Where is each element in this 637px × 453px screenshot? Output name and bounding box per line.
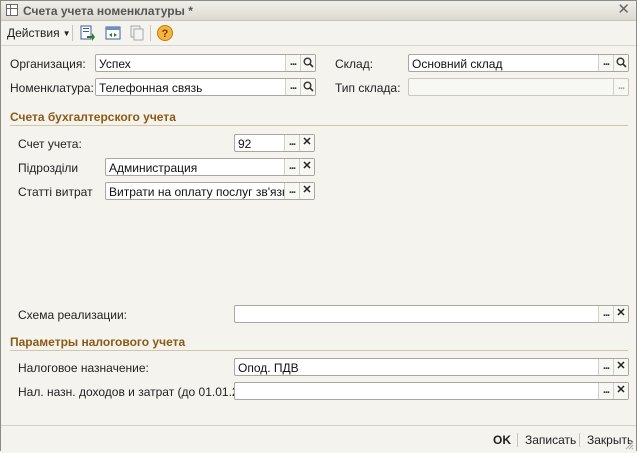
warehouse-label: Склад: xyxy=(335,57,374,71)
toolbar: Действия ▼ ? xyxy=(1,21,636,46)
tax-purpose-label: Налоговое назначение: xyxy=(18,361,149,375)
tax-section-title: Параметры налогового учета xyxy=(10,335,186,349)
warehouse-field[interactable]: Основний склад ... xyxy=(408,54,629,72)
clear-icon[interactable]: ✕ xyxy=(613,306,628,322)
save-and-close-icon[interactable] xyxy=(78,24,96,42)
select-button[interactable]: ... xyxy=(598,359,613,375)
section-divider xyxy=(10,125,628,126)
help-icon[interactable]: ? xyxy=(156,24,174,42)
clear-icon[interactable]: ✕ xyxy=(299,183,314,199)
expense-field[interactable]: Витрати на оплату послуг зв'язки ... ✕ xyxy=(105,182,315,200)
actions-label: Действия xyxy=(7,26,60,40)
search-icon[interactable] xyxy=(613,55,628,71)
account-label: Счет учета: xyxy=(18,137,82,151)
close-icon[interactable]: ✕ xyxy=(617,2,630,18)
select-button[interactable]: ... xyxy=(284,159,299,175)
division-field[interactable]: Администрация ... ✕ xyxy=(105,158,315,176)
clear-icon[interactable]: ✕ xyxy=(613,383,628,399)
warehouse-type-field[interactable]: ... xyxy=(408,78,629,96)
svg-text:?: ? xyxy=(162,28,169,40)
select-button[interactable]: ... xyxy=(284,183,299,199)
select-button[interactable]: ... xyxy=(285,55,300,71)
nomenclature-field[interactable]: Телефонная связь ... xyxy=(95,78,316,96)
organization-field[interactable]: Успех ... xyxy=(95,54,316,72)
dialog-footer: OK Записать Закрыть xyxy=(1,425,636,451)
division-label: Підрозділи xyxy=(18,161,79,175)
footer-separator xyxy=(517,433,518,447)
accounting-section-title: Счета бухгалтерского учета xyxy=(10,110,176,124)
nomenclature-label: Номенклатура: xyxy=(10,81,94,95)
select-button[interactable]: ... xyxy=(284,135,299,151)
dropdown-arrow-icon: ▼ xyxy=(62,29,71,38)
account-field[interactable]: 92 ... ✕ xyxy=(234,134,315,152)
clear-icon[interactable]: ✕ xyxy=(613,359,628,375)
dialog-window: Счета учета номенклатуры * ✕ Действия ▼ ?… xyxy=(0,0,637,451)
organization-label: Организация: xyxy=(10,57,86,71)
save-button[interactable]: Записать xyxy=(525,433,576,447)
sales-scheme-field[interactable]: ... ✕ xyxy=(234,305,629,323)
select-button[interactable]: ... xyxy=(613,79,628,95)
ok-button[interactable]: OK xyxy=(493,433,511,447)
toolbar-separator xyxy=(150,25,151,41)
window-title: Счета учета номенклатуры * xyxy=(23,4,193,18)
organization-value: Успех xyxy=(99,57,131,71)
actions-menu-button[interactable]: Действия ▼ xyxy=(7,26,71,40)
toolbar-separator xyxy=(72,25,73,41)
warehouse-value: Основний склад xyxy=(412,57,503,71)
section-divider xyxy=(10,350,628,351)
tax-purpose-value: Опод. ПДВ xyxy=(238,361,299,375)
clear-icon[interactable]: ✕ xyxy=(299,159,314,175)
select-button[interactable]: ... xyxy=(598,306,613,322)
footer-separator xyxy=(579,433,580,447)
tax-income-field[interactable]: ... ✕ xyxy=(234,382,629,400)
search-icon[interactable] xyxy=(300,55,315,71)
expense-value: Витрати на оплату послуг зв'язки xyxy=(109,185,295,199)
select-button[interactable]: ... xyxy=(598,55,613,71)
title-bar[interactable]: Счета учета номенклатуры * ✕ xyxy=(1,1,636,21)
copy-document-icon[interactable] xyxy=(128,24,146,42)
clear-icon[interactable]: ✕ xyxy=(299,135,314,151)
tax-purpose-field[interactable]: Опод. ПДВ ... ✕ xyxy=(234,358,629,376)
nomenclature-value: Телефонная связь xyxy=(99,81,203,95)
form-settings-icon[interactable] xyxy=(104,24,122,42)
resize-grip-icon[interactable] xyxy=(624,439,634,450)
table-icon xyxy=(6,4,18,16)
sales-scheme-label: Схема реализации: xyxy=(18,308,127,322)
search-icon[interactable] xyxy=(300,79,315,95)
account-value: 92 xyxy=(238,137,252,151)
select-button[interactable]: ... xyxy=(285,79,300,95)
division-value: Администрация xyxy=(109,161,198,175)
select-button[interactable]: ... xyxy=(598,383,613,399)
warehouse-type-label: Тип склада: xyxy=(335,81,401,95)
expense-label: Статті витрат xyxy=(18,185,93,199)
tax-income-label: Нал. назн. доходов и затрат (до 01.01.20… xyxy=(18,385,256,399)
